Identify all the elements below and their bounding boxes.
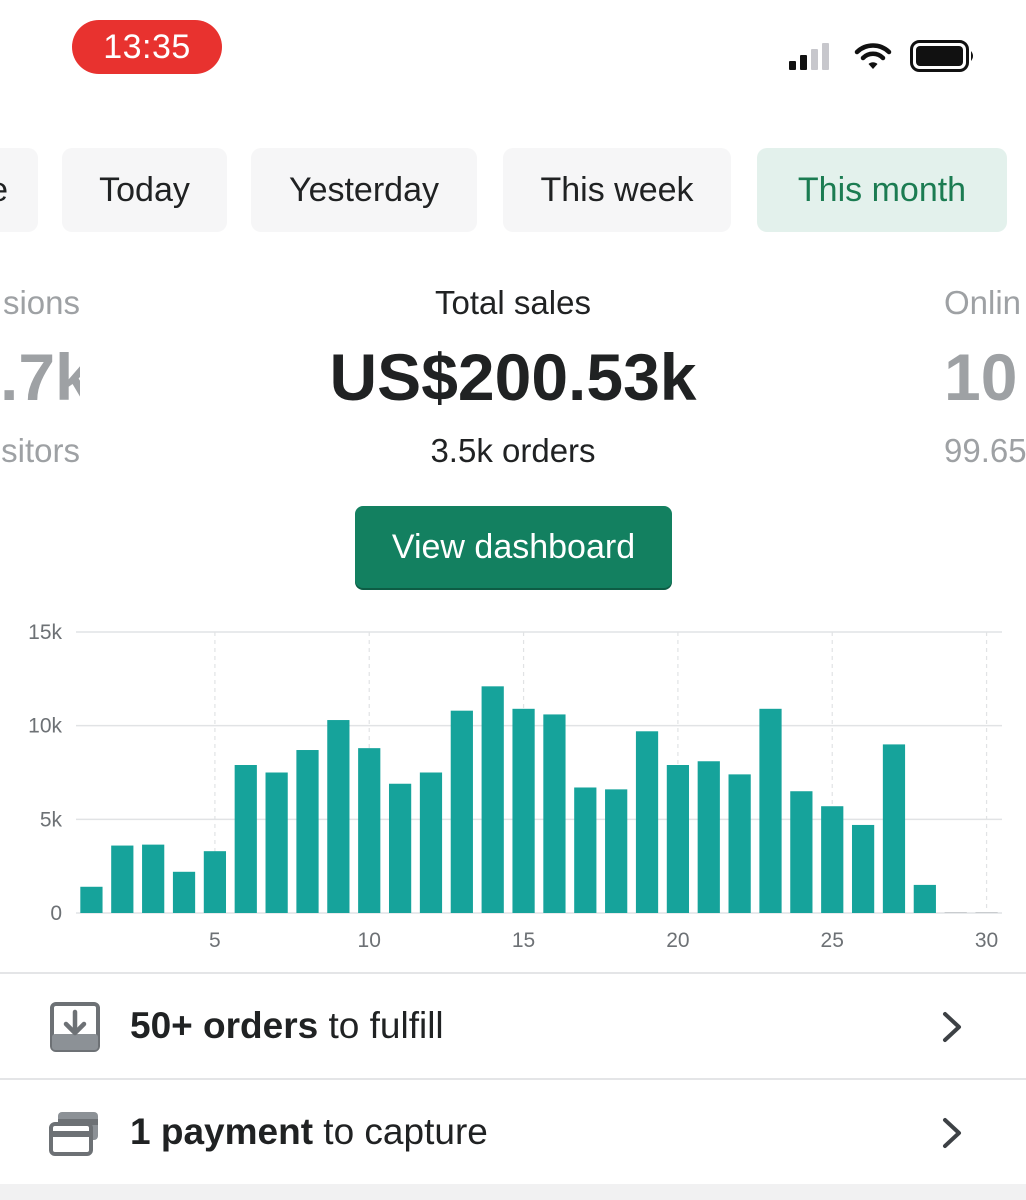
chart-bar	[605, 789, 628, 913]
tab-label: This month	[797, 171, 967, 209]
status-bar: 13:35	[0, 0, 1026, 100]
row-label-rest: to fulfill	[318, 1005, 444, 1046]
metric-online-partial[interactable]: Onlin 10 99.65	[944, 280, 1026, 480]
chart-bar	[358, 748, 381, 913]
tab-label: Today	[99, 171, 190, 209]
x-tick-label: 30	[975, 929, 998, 952]
metric-value: US$200.53k	[329, 340, 697, 414]
tab-today[interactable]: Today	[62, 148, 227, 232]
y-tick-label: 0	[50, 902, 62, 925]
chart-bar	[234, 765, 257, 913]
chart-bar	[296, 750, 319, 913]
status-time: 13:35	[72, 20, 222, 74]
chart-bar	[697, 761, 720, 913]
chart-bar	[111, 845, 134, 913]
battery-icon	[910, 40, 973, 72]
payment-to-capture-row[interactable]: 1 payment to capture	[0, 1080, 1026, 1184]
bottom-edge	[0, 1184, 1026, 1200]
chart-bar	[327, 720, 350, 913]
chart-bar	[388, 783, 412, 913]
row-label-bold: 50+ orders	[130, 1005, 319, 1046]
sales-bar-chart: 0 5k 10k 15k 5 10 15 20 25 30	[0, 610, 1026, 970]
chevron-right-icon	[943, 1012, 961, 1042]
chart-bar	[975, 912, 998, 913]
chart-bar	[728, 774, 751, 913]
tab-label: Yesterday	[289, 171, 439, 209]
date-range-tabs: e Today Yesterday This week This month	[0, 148, 1026, 234]
chevron-right-icon	[943, 1118, 961, 1148]
chart-bar	[203, 851, 227, 913]
tab-previous-range[interactable]: e	[0, 148, 38, 232]
chart-bar	[666, 765, 690, 913]
tab-label: This week	[540, 171, 694, 209]
tab-label: e	[0, 148, 8, 232]
chart-bar	[450, 710, 473, 913]
chart-bar	[543, 714, 566, 913]
metric-sub: 99.65	[944, 432, 1026, 469]
tab-this-week[interactable]: This week	[503, 148, 731, 232]
chart-bar	[172, 871, 196, 913]
orders-to-fulfill-row[interactable]: 50+ orders to fulfill	[0, 974, 1026, 1078]
chart-bar	[790, 791, 813, 913]
tab-yesterday[interactable]: Yesterday	[251, 148, 477, 232]
tab-this-month[interactable]: This month	[757, 148, 1007, 232]
metric-value: 10	[944, 340, 1018, 414]
x-tick-label: 20	[666, 929, 689, 952]
y-tick-label: 15k	[28, 621, 62, 644]
chart-bar	[512, 708, 535, 913]
chart-bar	[80, 886, 103, 913]
row-label: 1 payment to capture	[130, 1080, 488, 1184]
metric-sessions-partial[interactable]: sions .7k sitors	[0, 280, 80, 480]
status-icons	[788, 38, 976, 74]
chart-bar	[574, 787, 597, 913]
metric-total-sales[interactable]: Total sales US$200.53k 3.5k orders	[263, 280, 763, 480]
x-tick-label: 25	[821, 929, 844, 952]
chart-bar	[821, 806, 844, 913]
row-label: 50+ orders to fulfill	[130, 974, 444, 1078]
chart-bar	[851, 824, 875, 913]
chart-bar	[882, 744, 906, 913]
x-tick-label: 15	[512, 929, 535, 952]
chart-bar	[913, 884, 936, 913]
wifi-icon	[854, 43, 892, 69]
y-tick-label: 10k	[28, 715, 62, 738]
chart-bar	[944, 912, 967, 913]
chart-bar	[759, 708, 782, 913]
chart-svg: 0 5k 10k 15k 5 10 15 20 25 30	[28, 621, 1002, 952]
metric-label: sions	[2, 284, 80, 321]
cellular-signal-icon	[789, 43, 829, 70]
row-label-bold: 1 payment	[130, 1111, 314, 1152]
metric-label: Total sales	[435, 284, 591, 321]
metric-sub: sitors	[1, 432, 80, 469]
x-tick-label: 10	[358, 929, 381, 952]
metric-label: Onlin	[944, 284, 1022, 321]
metric-sub: 3.5k orders	[430, 432, 596, 469]
metric-value: .7k	[0, 340, 80, 414]
download-tray-icon	[50, 1002, 100, 1052]
y-tick-label: 5k	[40, 808, 63, 831]
chart-bar	[142, 844, 165, 913]
chart-bar	[419, 772, 443, 913]
chart-bar	[265, 772, 288, 913]
view-dashboard-button[interactable]: View dashboard	[355, 506, 672, 588]
chart-bar	[481, 686, 504, 913]
credit-card-icon	[49, 1112, 98, 1156]
row-label-rest: to capture	[313, 1111, 488, 1152]
x-tick-label: 5	[209, 929, 221, 952]
chart-bar	[635, 731, 659, 913]
